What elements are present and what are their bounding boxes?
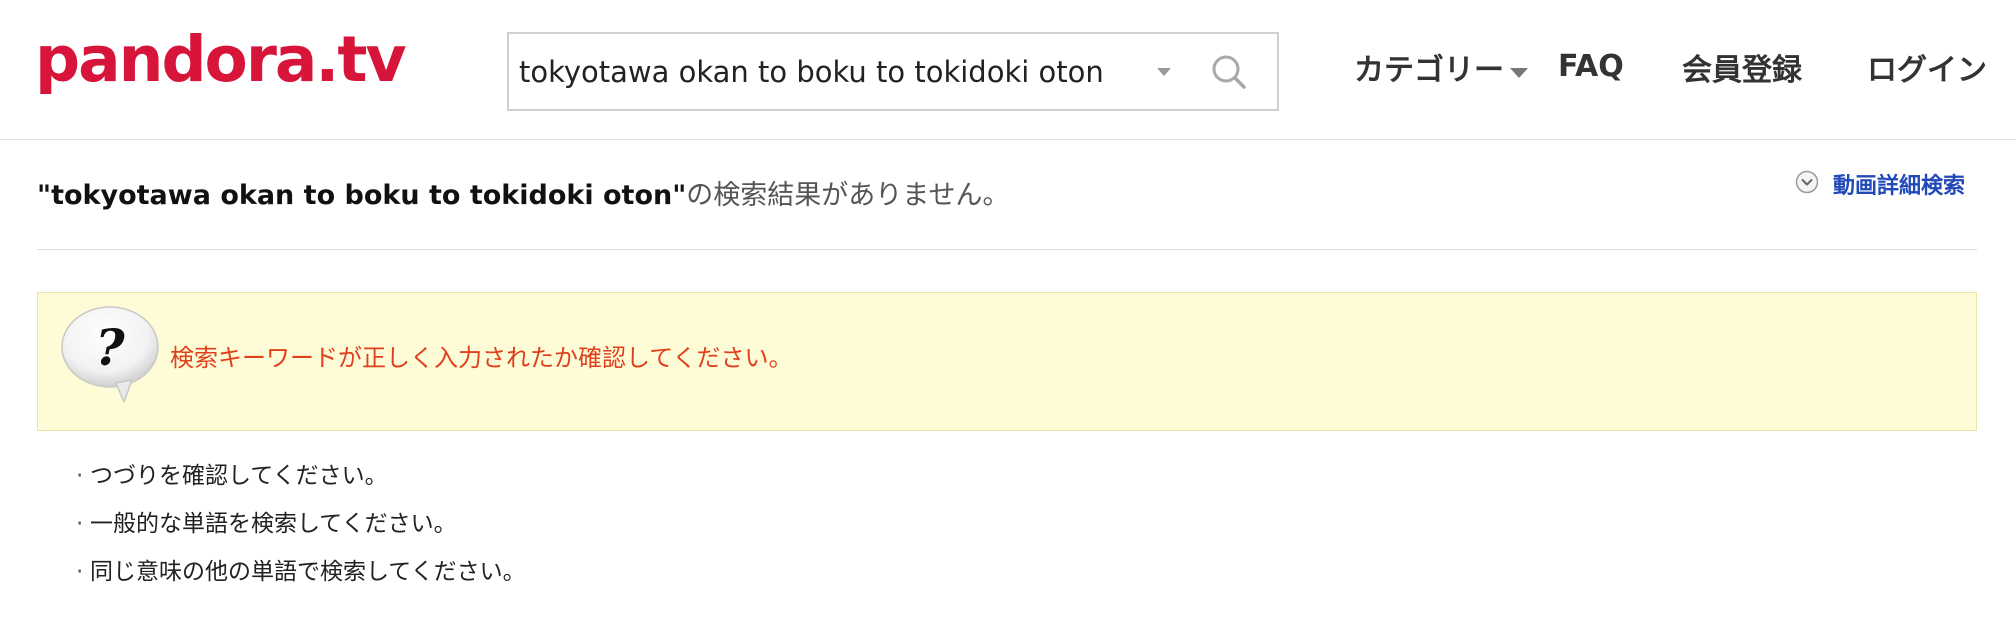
tip-text: 一般的な単語を検索してください。 xyxy=(90,511,457,537)
no-result-message: の検索結果がありません。 xyxy=(686,180,1010,211)
bullet: · xyxy=(76,511,84,537)
result-heading: "tokyotawa okan to boku to tokidoki oton… xyxy=(37,176,1009,216)
search-button[interactable] xyxy=(1199,46,1259,98)
site-header: pandora.tv カテゴリー FAQ 会員登録 ログイン xyxy=(0,0,2016,140)
search-input[interactable] xyxy=(519,44,1179,100)
search-icon xyxy=(1212,55,1246,89)
nav-category-label: カテゴリー xyxy=(1354,53,1504,88)
svg-text:?: ? xyxy=(95,318,125,377)
tips-list: · つづりを確認してください。 · 一般的な単語を検索してください。 · 同じ意味の他… xyxy=(76,458,526,602)
search-box xyxy=(507,32,1279,111)
nav-register-label: 会員登録 xyxy=(1682,53,1802,88)
chevron-down-circle-icon xyxy=(1795,170,1819,194)
notice-box: ? 検索キーワードが正しく入力されたか確認してください。 xyxy=(37,292,1977,431)
advanced-search-label: 動画詳細検索 xyxy=(1833,174,1966,199)
tip-text: 同じ意味の他の単語で検索してください。 xyxy=(90,559,526,585)
bullet: · xyxy=(76,559,84,585)
site-logo[interactable]: pandora.tv xyxy=(35,20,407,100)
nav-register[interactable]: 会員登録 xyxy=(1682,46,1802,96)
search-history-caret-icon[interactable] xyxy=(1157,68,1171,76)
nav-login-label: ログイン xyxy=(1867,53,1987,88)
notice-message: 検索キーワードが正しく入力されたか確認してください。 xyxy=(170,344,793,372)
question-bubble-icon: ? xyxy=(61,306,159,403)
search-keyword: "tokyotawa okan to boku to tokidoki oton… xyxy=(37,180,687,211)
list-item: · 一般的な単語を検索してください。 xyxy=(76,506,526,554)
chevron-down-icon xyxy=(1510,67,1528,78)
nav-faq[interactable]: FAQ xyxy=(1558,42,1624,92)
bullet: · xyxy=(76,463,84,489)
list-item: · 同じ意味の他の単語で検索してください。 xyxy=(76,554,526,602)
nav-category[interactable]: カテゴリー xyxy=(1354,46,1528,96)
tip-text: つづりを確認してください。 xyxy=(90,463,388,489)
nav-faq-label: FAQ xyxy=(1558,49,1624,84)
divider xyxy=(37,249,1977,250)
nav-login[interactable]: ログイン xyxy=(1867,46,1987,96)
list-item: · つづりを確認してください。 xyxy=(76,458,526,506)
